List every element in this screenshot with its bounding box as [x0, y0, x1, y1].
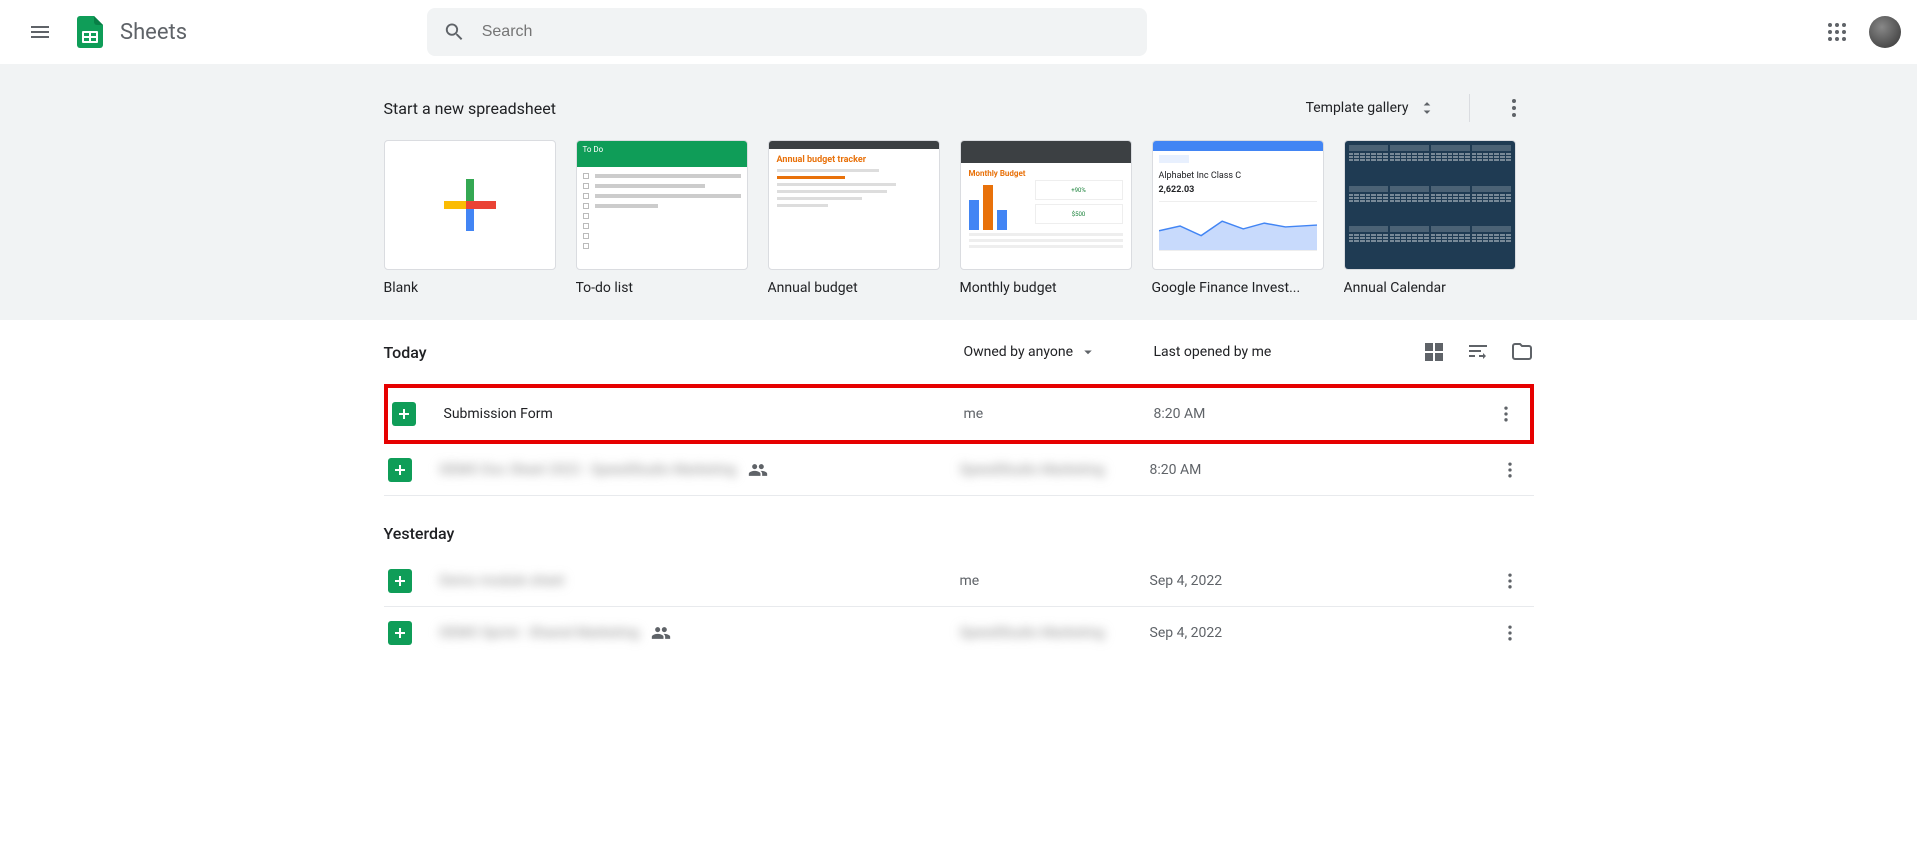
- template-todo[interactable]: To Do To-do list: [576, 140, 748, 296]
- file-owner: SpeedStudio Marketing: [960, 625, 1150, 641]
- template-blank[interactable]: Blank: [384, 140, 556, 296]
- account-avatar[interactable]: [1869, 16, 1901, 48]
- template-calendar-thumb: [1344, 140, 1516, 270]
- template-label: Annual budget: [768, 280, 940, 296]
- more-vert-icon: [1500, 571, 1520, 591]
- sheets-file-icon: [388, 458, 412, 482]
- file-name: DEMO Doc Sheet 2022 - SpeedStudio Market…: [440, 460, 960, 480]
- file-date: Sep 4, 2022: [1150, 573, 1400, 589]
- unfold-icon: [1417, 98, 1437, 118]
- sheets-icon: [72, 14, 108, 50]
- file-owner: SpeedStudio Marketing: [960, 462, 1150, 478]
- open-picker-button[interactable]: [1510, 340, 1534, 364]
- section-today: Today: [384, 343, 964, 362]
- template-annual-budget-thumb: Annual budget tracker: [768, 140, 940, 270]
- section-yesterday: Yesterday: [384, 496, 1534, 555]
- template-monthly-budget-thumb: Monthly Budget +90% $500: [960, 140, 1132, 270]
- owned-by-label: Owned by anyone: [964, 344, 1074, 360]
- template-label: Annual Calendar: [1344, 280, 1516, 296]
- dropdown-icon: [1079, 343, 1097, 361]
- file-row[interactable]: Demo module sheet me Sep 4, 2022: [384, 555, 1534, 607]
- template-annual-budget[interactable]: Annual budget tracker Annual budget: [768, 140, 940, 296]
- more-vert-icon: [1500, 623, 1520, 643]
- file-more-button[interactable]: [1490, 613, 1530, 653]
- last-opened-header: Last opened by me: [1154, 344, 1404, 360]
- template-label: Google Finance Invest...: [1152, 280, 1324, 296]
- shared-icon: [748, 460, 768, 480]
- file-more-button[interactable]: [1490, 561, 1530, 601]
- google-apps-button[interactable]: [1813, 8, 1861, 56]
- template-finance-thumb: Alphabet Inc Class C 2,622.03: [1152, 140, 1324, 270]
- template-band: Start a new spreadsheet Template gallery: [0, 64, 1917, 320]
- highlighted-file: Submission Form me 8:20 AM: [384, 384, 1534, 444]
- more-vert-icon: [1496, 404, 1516, 424]
- file-row[interactable]: DEMO Doc Sheet 2022 - SpeedStudio Market…: [384, 444, 1534, 496]
- search-input[interactable]: [482, 23, 1131, 41]
- file-more-button[interactable]: [1486, 394, 1526, 434]
- template-label: Monthly budget: [960, 280, 1132, 296]
- search-icon: [443, 20, 466, 44]
- list-header: Today Owned by anyone Last opened by me: [384, 320, 1534, 384]
- file-row[interactable]: Submission Form me 8:20 AM: [388, 388, 1530, 440]
- sort-az-icon: [1466, 340, 1490, 364]
- folder-icon: [1510, 340, 1534, 364]
- file-more-button[interactable]: [1490, 450, 1530, 490]
- template-monthly-budget[interactable]: Monthly Budget +90% $500: [960, 140, 1132, 296]
- file-name: Submission Form: [444, 406, 964, 422]
- grid-icon: [1422, 340, 1446, 364]
- file-name: Demo module sheet: [440, 573, 960, 589]
- template-blank-thumb: [384, 140, 556, 270]
- start-new-heading: Start a new spreadsheet: [384, 99, 556, 118]
- file-row[interactable]: DEMO Sprint - Shared Marketing SpeedStud…: [384, 607, 1534, 659]
- template-more-button[interactable]: [1494, 88, 1534, 128]
- template-gallery-label: Template gallery: [1306, 100, 1409, 116]
- sort-button[interactable]: [1466, 340, 1490, 364]
- plus-icon: [440, 175, 500, 235]
- template-label: To-do list: [576, 280, 748, 296]
- file-owner: me: [964, 406, 1154, 422]
- more-vert-icon: [1500, 460, 1520, 480]
- file-name: DEMO Sprint - Shared Marketing: [440, 623, 960, 643]
- file-date: 8:20 AM: [1150, 462, 1400, 478]
- sheets-file-icon: [392, 402, 416, 426]
- divider: [1469, 94, 1470, 122]
- template-finance[interactable]: Alphabet Inc Class C 2,622.03 Google Fin…: [1152, 140, 1324, 296]
- file-date: Sep 4, 2022: [1150, 625, 1400, 641]
- template-calendar[interactable]: Annual Calendar: [1344, 140, 1516, 296]
- hamburger-icon: [28, 20, 52, 44]
- file-owner: me: [960, 573, 1150, 589]
- more-vert-icon: [1502, 96, 1526, 120]
- template-label: Blank: [384, 280, 556, 296]
- sheets-file-icon: [388, 621, 412, 645]
- template-gallery-button[interactable]: Template gallery: [1298, 92, 1445, 124]
- sheets-logo[interactable]: [68, 10, 112, 54]
- sheets-file-icon: [388, 569, 412, 593]
- shared-icon: [651, 623, 671, 643]
- app-title: Sheets: [120, 20, 187, 45]
- file-date: 8:20 AM: [1154, 406, 1404, 422]
- grid-view-button[interactable]: [1422, 340, 1446, 364]
- app-header: Sheets: [0, 0, 1917, 64]
- owned-by-filter[interactable]: Owned by anyone: [964, 343, 1154, 361]
- search-bar[interactable]: [427, 8, 1147, 56]
- template-todo-thumb: To Do: [576, 140, 748, 270]
- apps-grid-icon: [1825, 20, 1849, 44]
- main-menu-button[interactable]: [16, 8, 64, 56]
